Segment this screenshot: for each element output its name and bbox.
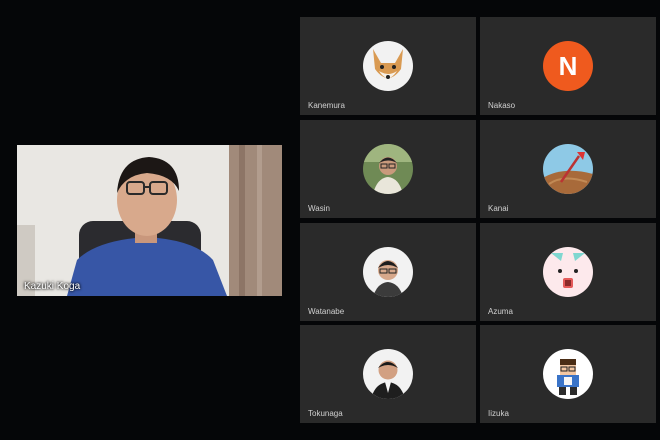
letter-avatar: N <box>543 41 593 91</box>
participant-name: Kanemura <box>308 101 345 110</box>
pixel-character-icon <box>543 349 593 399</box>
participant-tile[interactable]: Tokunaga <box>300 325 476 423</box>
photo-avatar <box>363 144 413 194</box>
participant-name: Watanabe <box>308 307 345 316</box>
shovel-icon <box>543 144 593 194</box>
participant-tile[interactable]: Iizuka <box>480 325 656 423</box>
participant-tile[interactable]: Kanai <box>480 120 656 218</box>
active-speaker-video[interactable]: Kazuki Koga <box>17 145 282 296</box>
participant-name: Nakaso <box>488 101 516 110</box>
participant-tile[interactable]: Azuma <box>480 223 656 321</box>
participant-name: Tokunaga <box>308 409 343 418</box>
participant-tile[interactable]: Watanabe <box>300 223 476 321</box>
participant-tile[interactable]: Kanemura <box>300 17 476 115</box>
participant-tile[interactable]: N Nakaso <box>480 17 656 115</box>
avatar-initial: N <box>559 51 578 81</box>
speaker-name-label: Kazuki Koga <box>24 281 81 292</box>
participant-name: Azuma <box>488 307 513 316</box>
participant-tile[interactable]: Wasin <box>300 120 476 218</box>
participant-name: Kanai <box>488 204 509 213</box>
photo-avatar <box>363 349 413 399</box>
participant-name: Iizuka <box>488 409 509 418</box>
character-icon <box>543 247 593 297</box>
participant-name: Wasin <box>308 204 330 213</box>
speaker-video-frame <box>17 145 282 296</box>
fox-icon <box>363 41 413 91</box>
photo-avatar <box>363 247 413 297</box>
